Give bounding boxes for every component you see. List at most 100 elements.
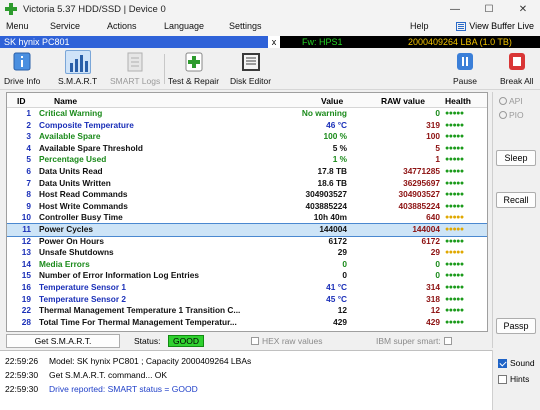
cell-raw: 314 (426, 282, 440, 292)
menu-settings[interactable]: Settings (229, 21, 262, 31)
drive-info-button[interactable]: Drive Info (4, 50, 40, 86)
hints-checkbox[interactable]: Hints (498, 374, 529, 384)
cell-name: Composite Temperature (39, 119, 134, 130)
menu-help[interactable]: Help (410, 21, 429, 31)
view-buffer-live[interactable]: View Buffer Live (456, 21, 534, 31)
cell-value: 304903527 (305, 189, 347, 200)
menu-language[interactable]: Language (164, 21, 204, 31)
cell-health: ●●●●● (445, 179, 464, 187)
menu-service[interactable]: Service (50, 21, 80, 31)
table-row[interactable]: 11 Power Cycles 144004 144004 ●●●●● (7, 223, 487, 237)
close-window-button[interactable]: ✕ (506, 0, 540, 18)
table-row[interactable]: 13 Unsafe Shutdowns 29 29 ●●●●● (7, 247, 487, 259)
cell-health: ●●●●● (445, 226, 464, 233)
table-row[interactable]: 8 Host Read Commands 304903527 304903527 ●●●… (7, 189, 487, 201)
cell-raw: 304903527 (398, 189, 440, 200)
col-id[interactable]: ID (17, 96, 26, 106)
smart-chart-icon (64, 50, 91, 74)
test-repair-button[interactable]: Test & Repair (168, 50, 219, 86)
device-selector[interactable]: SK hynix PC801 (0, 36, 268, 48)
cell-value: 46 °C (326, 119, 347, 130)
cell-value: 17.8 TB (317, 166, 347, 176)
cell-id: 9 (26, 200, 31, 211)
menu-menu[interactable]: Menu (6, 21, 29, 31)
hex-raw-checkbox[interactable]: HEX raw values (251, 336, 322, 346)
col-name[interactable]: Name (54, 96, 77, 106)
cell-health: ●●●●● (445, 295, 464, 303)
cell-raw: 318 (426, 293, 440, 304)
smart-table[interactable]: ID Name Value RAW value Health 1 Critical… (6, 92, 488, 332)
col-health[interactable]: Health (445, 96, 471, 106)
cell-raw: 5 (435, 142, 440, 153)
pause-button[interactable]: Pause (452, 50, 478, 86)
radio-dot-icon (499, 97, 507, 105)
table-row[interactable]: 7 Data Units Written 18.6 TB 36295697 ●●●●● (7, 178, 487, 190)
cell-name: Power On Hours (39, 235, 105, 246)
cell-id: 11 (22, 224, 31, 234)
table-row[interactable]: 2 Composite Temperature 46 °C 319 ●●●●● (7, 120, 487, 132)
smart-logs-button[interactable]: SMART Logs (110, 50, 160, 86)
table-row[interactable]: 19 Temperature Sensor 2 45 °C 318 ●●●●● (7, 294, 487, 306)
col-raw[interactable]: RAW value (381, 96, 425, 106)
cell-health: ●●●●● (445, 307, 464, 315)
cell-health: ●●●●● (445, 284, 464, 291)
table-row[interactable]: 3 Available Spare 100 % 100 ●●●●● (7, 131, 487, 143)
recall-button[interactable]: Recall (496, 192, 536, 208)
smart-button[interactable]: S.M.A.R.T (58, 50, 97, 86)
buffer-list-icon (456, 21, 467, 31)
cell-value: 5 % (332, 142, 347, 153)
table-row[interactable]: 5 Percentage Used 1 % 1 ●●●●● (7, 154, 487, 166)
cell-health: ●●●●● (445, 249, 464, 257)
cell-id: 12 (21, 235, 31, 246)
app-logo-icon (5, 3, 17, 15)
pause-label: Pause (452, 76, 478, 86)
cell-raw: 29 (430, 247, 440, 258)
cell-name: Power Cycles (39, 224, 93, 234)
disk-editor-button[interactable]: Disk Editor (230, 50, 271, 86)
table-row[interactable]: 9 Host Write Commands 403885224 403885224 ●●… (7, 201, 487, 213)
table-row[interactable]: 28 Total Time For Thermal Management Temp… (7, 317, 487, 329)
sound-checkbox[interactable]: Sound (498, 358, 535, 368)
table-row[interactable]: 1 Critical Warning No warning 0 ●●●●● (7, 108, 487, 120)
get-smart-button[interactable]: Get S.M.A.R.T. (6, 334, 120, 348)
cell-health: ●●●●● (445, 121, 464, 129)
log-text: Get S.M.A.R.T. command... OK (49, 370, 168, 380)
pio-radio[interactable]: PIO (499, 110, 524, 120)
table-row[interactable]: 12 Power On Hours 6172 6172 ●●●●● (7, 236, 487, 248)
table-row[interactable]: 10 Controller Busy Time 10h 40m 640 ●●●●● (7, 212, 487, 224)
cell-raw: 12 (430, 305, 440, 316)
log-panel: 22:59:26 Model: SK hynix PC801 ; Capacity… (0, 350, 492, 410)
cell-health: ●●●●● (445, 144, 464, 152)
table-row[interactable]: 16 Temperature Sensor 1 41 °C 314 ●●●●● (7, 282, 487, 294)
minimize-button[interactable]: — (438, 0, 472, 18)
api-radio[interactable]: API (499, 96, 523, 106)
maximize-button[interactable]: ☐ (472, 0, 506, 18)
cell-value: 29 (337, 247, 347, 258)
break-all-button[interactable]: Break All (500, 50, 534, 86)
ibm-super-smart-checkbox[interactable]: IBM super smart: (376, 336, 452, 346)
cell-health: ●●●●● (445, 237, 464, 245)
table-row[interactable]: 4 Available Spare Threshold 5 % 5 ●●●●● (7, 143, 487, 155)
pause-icon (452, 50, 478, 74)
cell-raw: 6172 (421, 235, 440, 246)
menu-actions[interactable]: Actions (107, 21, 137, 31)
log-text: Model: SK hynix PC801 ; Capacity 2000409… (49, 356, 252, 366)
table-row[interactable]: 14 Media Errors 0 0 ●●●●● (7, 259, 487, 271)
cell-id: 8 (26, 189, 31, 200)
table-row[interactable]: 6 Data Units Read 17.8 TB 34771285 ●●●●● (7, 166, 487, 178)
cell-id: 2 (26, 119, 31, 130)
log-time: 22:59:26 (5, 356, 39, 366)
title-bar: Victoria 5.37 HDD/SSD | Device 0 — ☐ ✕ (0, 0, 540, 18)
device-close-button[interactable]: x (268, 36, 280, 48)
checkbox-icon (498, 374, 507, 384)
table-row[interactable]: 15 Number of Error Information Log Entrie… (7, 270, 487, 282)
sleep-button[interactable]: Sleep (496, 150, 536, 166)
cell-health: ●●●●● (445, 260, 464, 268)
cell-health: ●●●●● (445, 214, 464, 222)
window-title: Victoria 5.37 HDD/SSD | Device 0 (23, 3, 166, 15)
col-value[interactable]: Value (321, 96, 343, 106)
cell-name: Data Units Read (39, 166, 103, 176)
passp-button[interactable]: Passp (496, 318, 536, 334)
cell-raw: 403885224 (398, 200, 440, 211)
table-row[interactable]: 22 Thermal Management Temperature 1 Trans… (7, 305, 487, 317)
